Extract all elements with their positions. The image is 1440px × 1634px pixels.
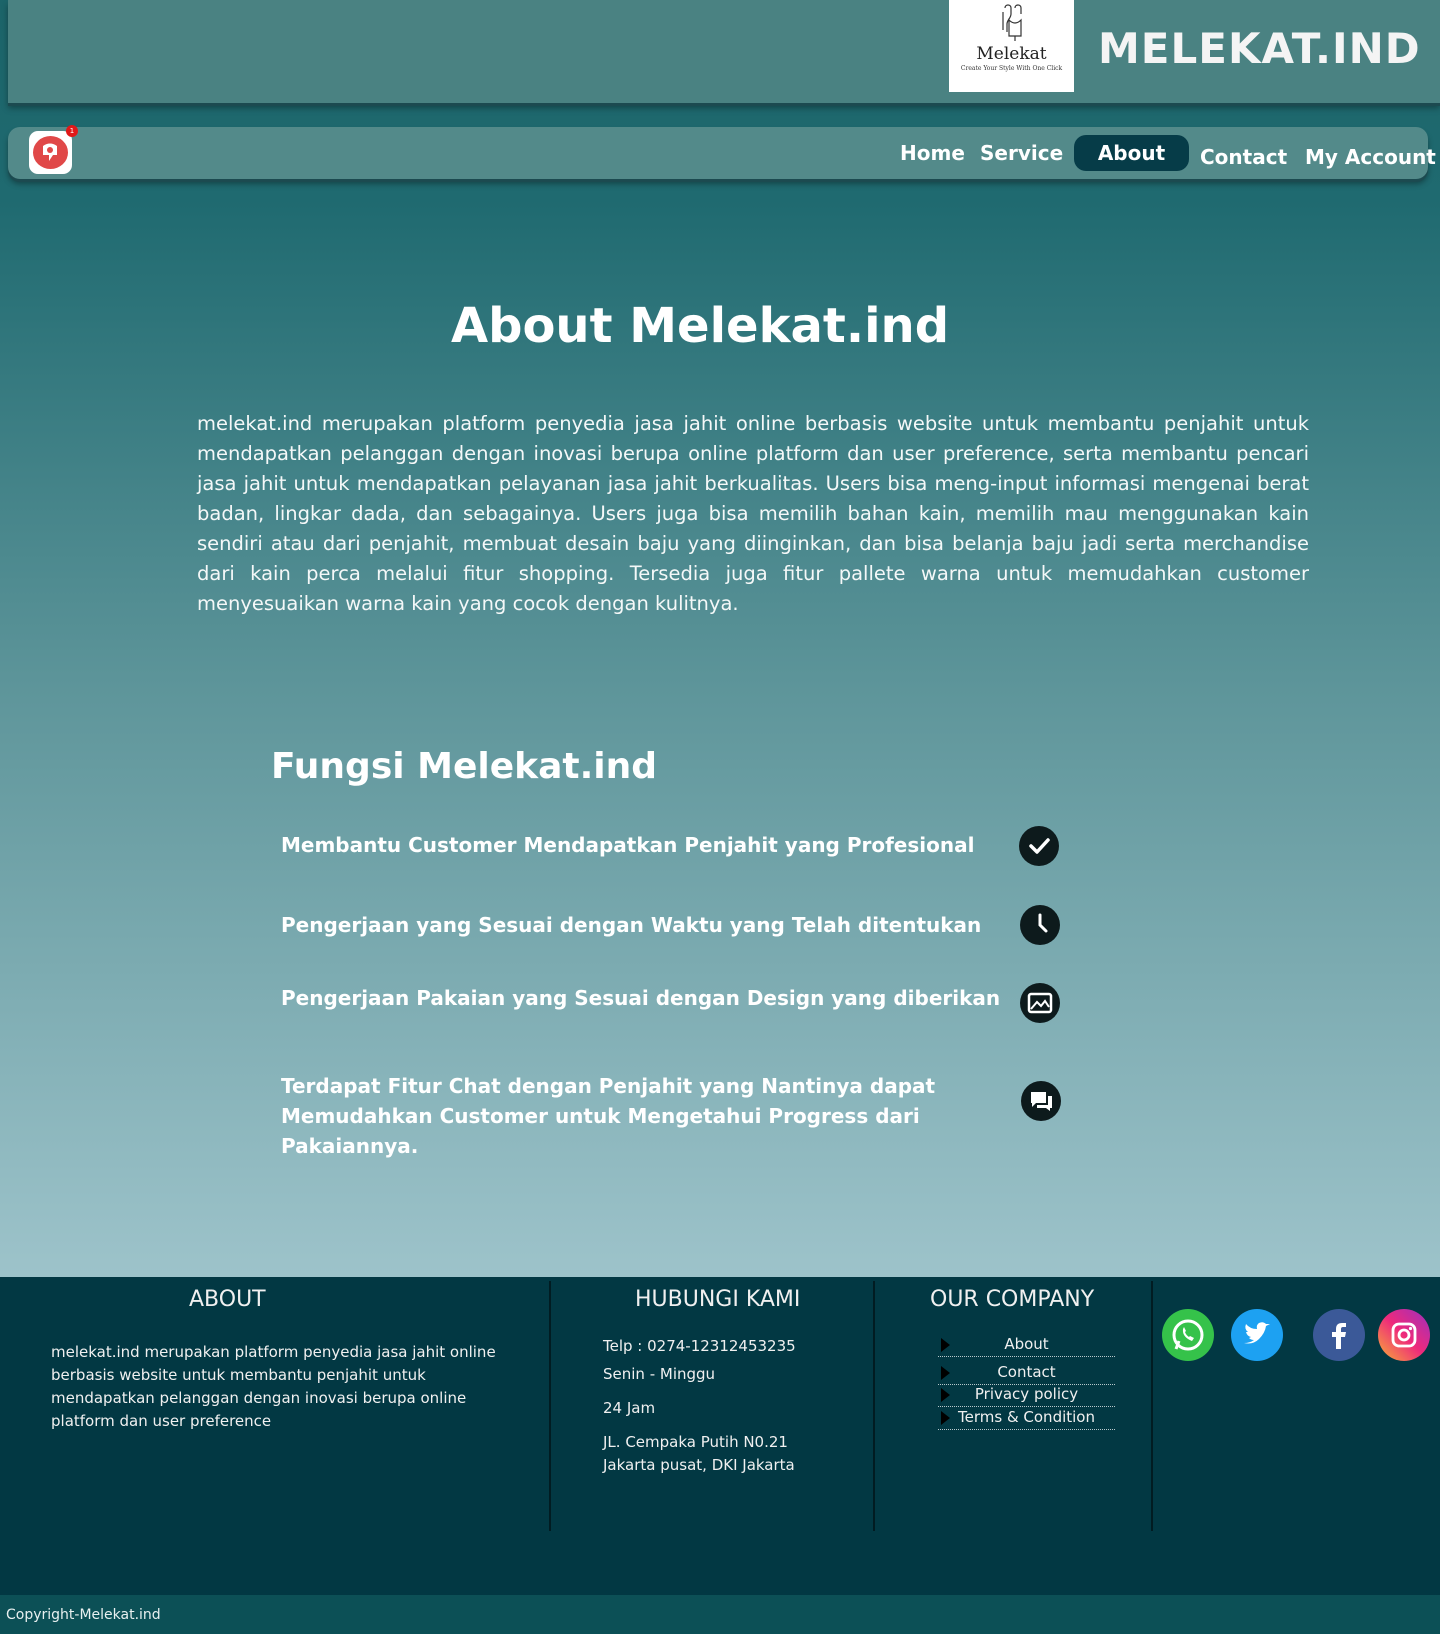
tailor-mannequin-icon [1002, 4, 1022, 41]
notification-button[interactable]: 1 [29, 125, 78, 174]
footer-phone: Telp : 0274-12312453235 [603, 1337, 796, 1355]
notification-icon [33, 136, 68, 169]
clock-icon [1020, 905, 1060, 945]
site-logo[interactable]: Melekat Create Your Style With One Click [949, 0, 1074, 92]
nav-home[interactable]: Home [900, 141, 965, 165]
about-description: melekat.ind merupakan platform penyedia … [197, 412, 1309, 615]
feature-item: Membantu Customer Mendapatkan Penjahit y… [281, 833, 975, 857]
footer-link-terms[interactable]: Terms & Condition [938, 1406, 1115, 1430]
footer-link-label: Privacy policy [974, 1385, 1079, 1403]
logo-name: Melekat [976, 44, 1047, 64]
brand-title: MELEKAT.IND [1098, 24, 1421, 73]
footer-hours: 24 Jam [603, 1399, 656, 1417]
fungsi-title: Fungsi Melekat.ind [271, 746, 657, 787]
nav-my-account[interactable]: My Account [1305, 145, 1436, 169]
footer-about-text: melekat.ind merupakan platform penyedia … [51, 1343, 496, 1430]
footer-days: Senin - Minggu [603, 1365, 716, 1383]
image-icon [1020, 983, 1060, 1023]
footer-link-privacy[interactable]: Privacy policy [938, 1383, 1115, 1407]
copyright-text: Copyright-Melekat.ind [6, 1607, 161, 1623]
instagram-icon[interactable] [1378, 1309, 1430, 1361]
feature-item: Pengerjaan yang Sesuai dengan Waktu yang… [281, 913, 982, 937]
footer-link-label: Contact [997, 1363, 1056, 1381]
footer-company-heading: OUR COMPANY [930, 1287, 1095, 1312]
check-circle-icon [1019, 826, 1059, 866]
footer-about-heading: ABOUT [189, 1287, 266, 1312]
footer-link-about[interactable]: About [938, 1333, 1115, 1357]
footer-link-contact[interactable]: Contact [938, 1361, 1115, 1385]
logo-tagline: Create Your Style With One Click [960, 65, 1063, 72]
page-title: About Melekat.ind [450, 298, 950, 354]
feature-item: Pengerjaan Pakaian yang Sesuai dengan De… [281, 986, 1001, 1010]
feature-text: Terdapat Fitur Chat dengan Penjahit yang… [281, 1074, 936, 1158]
nav-service[interactable]: Service [980, 141, 1063, 165]
footer-link-label: Terms & Condition [958, 1408, 1095, 1426]
footer-divider [549, 1281, 551, 1531]
footer-divider [873, 1281, 875, 1531]
footer-link-label: About [1004, 1335, 1049, 1353]
feature-item: Terdapat Fitur Chat dengan Penjahit yang… [281, 1071, 1001, 1161]
footer-contact-heading: HUBUNGI KAMI [635, 1287, 801, 1312]
nav-contact[interactable]: Contact [1200, 145, 1287, 169]
facebook-icon[interactable] [1313, 1309, 1365, 1361]
whatsapp-icon[interactable] [1162, 1309, 1214, 1361]
footer-divider [1151, 1281, 1153, 1531]
main-navbar: 1 Home Service About Contact My Account [8, 125, 1436, 179]
copyright-bar [0, 1595, 1440, 1634]
site-header: Melekat Create Your Style With One Click… [8, 0, 1440, 103]
footer-address-line1: JL. Cempaka Putih N0.21 [603, 1433, 788, 1451]
nav-about[interactable]: About [1074, 135, 1189, 171]
notification-count-badge: 1 [66, 125, 78, 137]
twitter-icon[interactable] [1231, 1309, 1283, 1361]
chat-icon [1021, 1081, 1061, 1121]
footer-address-line2: Jakarta pusat, DKI Jakarta [603, 1456, 795, 1474]
